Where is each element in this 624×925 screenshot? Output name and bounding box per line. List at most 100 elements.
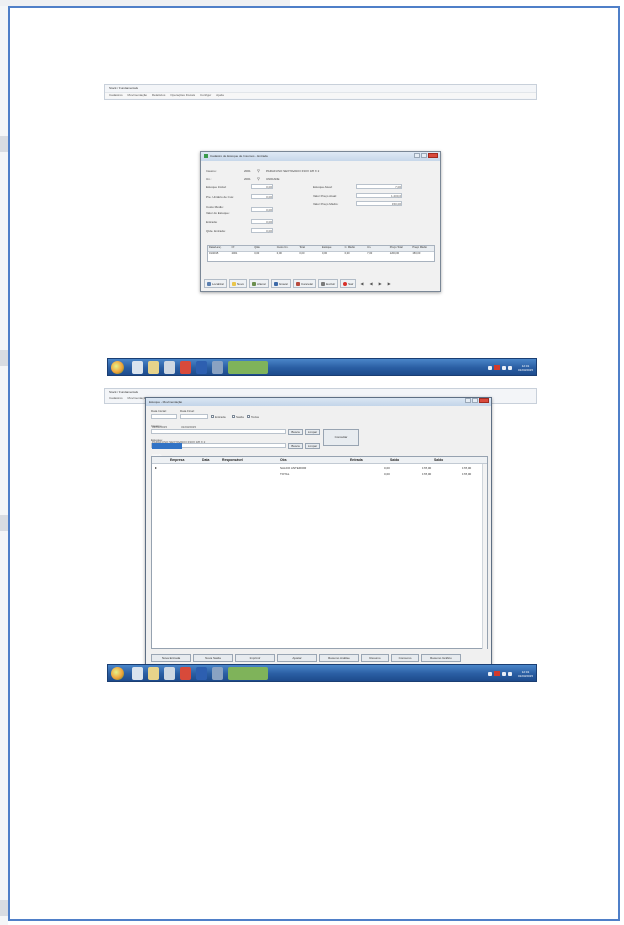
media-taskbar-icon[interactable] [180, 361, 191, 374]
prev-record-icon[interactable]: ◀ [368, 279, 375, 288]
estoque-inicial-field[interactable]: 0,00 [251, 184, 273, 189]
resumo-button[interactable]: Resumo [361, 654, 389, 662]
insumo-code[interactable]: 2001 [244, 169, 251, 173]
column-header-saldo[interactable]: Saldo [434, 458, 443, 462]
volume-icon[interactable] [507, 671, 512, 676]
localizar-button[interactable]: Localizar [204, 279, 228, 288]
app-taskbar-icon[interactable] [164, 361, 175, 374]
stock-app-taskbar-icon[interactable] [228, 361, 268, 374]
column-header-empresa[interactable]: Empresa [170, 458, 184, 462]
column-header-responsavel[interactable]: Responsável [222, 458, 243, 462]
media-taskbar-icon[interactable] [180, 667, 191, 680]
last-record-icon[interactable]: ▶ [386, 279, 393, 288]
date-to-field[interactable]: 31/03/2015 [180, 414, 208, 429]
valor-preco-atual-field[interactable]: 1.200,0 [356, 193, 402, 198]
limpar-button[interactable]: Limpar [305, 429, 320, 435]
busca-button-2[interactable]: Busca [288, 443, 303, 449]
close-button[interactable] [479, 398, 489, 403]
estoque-atual-field[interactable]: 7,00 [356, 184, 402, 189]
menu-item-movimentacao[interactable]: Movimentação [128, 93, 148, 97]
close-button[interactable] [428, 153, 438, 158]
vertical-scrollbar[interactable] [482, 464, 487, 649]
column-header[interactable]: Data/Lanç. [208, 246, 231, 251]
limpar-button-2[interactable]: Limpar [305, 443, 320, 449]
busca-button[interactable]: Busca [288, 429, 303, 435]
maximize-button[interactable] [421, 153, 427, 158]
menu-item-ajuda[interactable]: Ajuda [216, 93, 224, 97]
column-header[interactable]: Nº [231, 246, 254, 251]
next-record-icon[interactable]: ▶ [377, 279, 384, 288]
resumo-analise-button[interactable]: Resumo Análise [319, 654, 359, 662]
tray-alert-icon[interactable] [493, 365, 500, 370]
tray-icon[interactable] [501, 365, 506, 370]
excluir-button[interactable]: Excluir [318, 279, 339, 288]
column-header[interactable]: Preço Médio [411, 246, 434, 251]
column-header[interactable]: Un. [366, 246, 389, 251]
maximize-button[interactable] [472, 398, 478, 403]
sair-button[interactable]: Sair [340, 279, 357, 288]
insumo-combobox[interactable]: PARAFUSO SEXTAVADO INOX 3/8 X 2 [151, 429, 286, 444]
explorer-taskbar-icon[interactable] [132, 667, 143, 680]
column-header[interactable]: Estoque [321, 246, 344, 251]
date-from-field[interactable]: 01/01/2015 [151, 414, 177, 429]
column-header-saida[interactable]: Saída [390, 458, 399, 462]
tray-icon[interactable] [487, 671, 492, 676]
start-button[interactable] [111, 667, 124, 680]
column-header[interactable]: Qtde [253, 246, 276, 251]
tray-icon[interactable] [501, 671, 506, 676]
menu-item-configur[interactable]: Configur [200, 93, 211, 97]
un-code[interactable]: 2001 [244, 177, 251, 181]
column-header-entrada[interactable]: Entrada [350, 458, 363, 462]
menu-item-operacoes[interactable]: Operações Fiscais [170, 93, 195, 97]
qtde-entrada-field[interactable]: 0,00 [251, 228, 273, 233]
search-icon[interactable]: ⚲ [257, 176, 260, 181]
clock[interactable]: 12:01 01/03/2015 [518, 670, 533, 678]
consumo-button[interactable]: Consumo [391, 654, 419, 662]
stock-app-taskbar-icon[interactable] [228, 667, 268, 680]
word-taskbar-icon[interactable] [196, 361, 207, 374]
nova-entrada-button[interactable]: Nova Entrada [151, 654, 191, 662]
word-taskbar-icon[interactable] [196, 667, 207, 680]
nova-saida-button[interactable]: Nova Saída [193, 654, 233, 662]
ajustar-button[interactable]: Ajustar [277, 654, 317, 662]
tray-icon[interactable] [487, 365, 492, 370]
saida-checkbox[interactable] [232, 415, 235, 418]
column-header-obs[interactable]: Obs [280, 458, 287, 462]
folder-taskbar-icon[interactable] [148, 667, 159, 680]
valor-preco-medio-field[interactable]: 150,00 [356, 201, 402, 206]
folder-taskbar-icon[interactable] [148, 361, 159, 374]
volume-icon[interactable] [507, 365, 512, 370]
clock[interactable]: 12:01 01/03/2015 [518, 364, 533, 372]
gravar-button[interactable]: Gravar [270, 279, 292, 288]
column-header-data[interactable]: Data [202, 458, 209, 462]
column-header[interactable]: Total [298, 246, 321, 251]
table-row[interactable]: 01/2015 2001 0,00 0,00 0,00 0,00 0,00 7,… [208, 252, 434, 258]
preco-unitario-field[interactable]: 0,00 [251, 194, 273, 199]
menu-item-cadastros[interactable]: Cadastros [109, 396, 123, 400]
consultar-button[interactable]: Consultar [323, 429, 359, 446]
explorer-taskbar-icon[interactable] [132, 361, 143, 374]
column-header[interactable]: Preço Total [389, 246, 412, 251]
tool-taskbar-icon[interactable] [212, 361, 223, 374]
column-header[interactable]: C. Médio [344, 246, 367, 251]
tray-alert-icon[interactable] [493, 671, 500, 676]
column-header[interactable]: Custo Un. [276, 246, 299, 251]
search-icon[interactable]: ⚲ [257, 168, 260, 173]
resumo-grafico-button[interactable]: Resumo Gráfico [421, 654, 461, 662]
start-button[interactable] [111, 361, 124, 374]
minimize-button[interactable] [414, 153, 420, 158]
entrada-field[interactable]: 0,00 [251, 219, 273, 224]
first-record-icon[interactable]: ◀ [358, 279, 365, 288]
tool-taskbar-icon[interactable] [212, 667, 223, 680]
menu-item-cadastros[interactable]: Cadastros [109, 93, 123, 97]
imprimir-button[interactable]: Imprimir [235, 654, 275, 662]
custo-medio-field[interactable]: 0,00 [251, 207, 273, 212]
novo-button[interactable]: Novo [229, 279, 248, 288]
menu-item-relatorios[interactable]: Relatórios [152, 93, 166, 97]
minimize-button[interactable] [465, 398, 471, 403]
todos-checkbox[interactable] [247, 415, 250, 418]
entrada-checkbox[interactable] [211, 415, 214, 418]
app-taskbar-icon[interactable] [164, 667, 175, 680]
cancelar-button[interactable]: Cancelar [293, 279, 317, 288]
alterar-button[interactable]: Alterar [249, 279, 269, 288]
